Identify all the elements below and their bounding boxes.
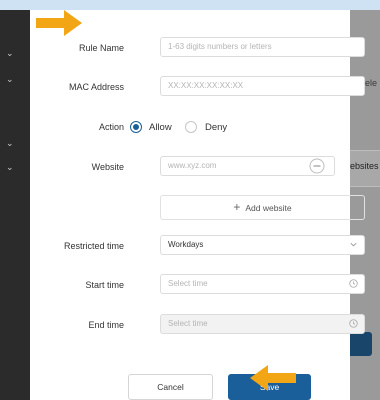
mac-address-label: MAC Address (68, 82, 124, 92)
clock-icon (349, 319, 358, 328)
end-time-placeholder: Select time (168, 319, 208, 328)
restricted-time-label: Restricted time (63, 241, 124, 251)
start-time-label: Start time (85, 280, 124, 290)
restricted-time-value: Workdays (168, 240, 204, 249)
allow-radio-label[interactable]: Allow (149, 122, 172, 133)
start-time-input[interactable]: Select time (160, 274, 365, 294)
mac-address-placeholder: XX:XX:XX:XX:XX:XX (168, 81, 244, 90)
chevron-down-icon[interactable]: ⌄ (6, 162, 14, 173)
background-button (350, 332, 372, 356)
allow-radio[interactable] (130, 121, 142, 133)
add-website-label: Add website (245, 203, 292, 213)
annotation-arrow-left (250, 365, 296, 391)
end-time-input[interactable]: Select time (160, 314, 365, 334)
action-label: Action (98, 122, 124, 132)
website-label: Website (91, 162, 124, 172)
cancel-button[interactable]: Cancel (128, 374, 213, 400)
top-strip (0, 0, 380, 10)
rule-name-input[interactable]: 1-63 digits numbers or letters (160, 37, 365, 57)
chevron-down-icon[interactable]: ⌄ (6, 48, 14, 59)
end-time-label: End time (88, 320, 124, 330)
remove-website-icon[interactable] (309, 158, 325, 174)
mac-address-input[interactable]: XX:XX:XX:XX:XX:XX (160, 76, 365, 96)
deny-radio-label[interactable]: Deny (205, 122, 227, 133)
plus-icon: + (233, 200, 241, 214)
chevron-down-icon[interactable]: ⌄ (6, 74, 14, 85)
chevron-down-icon[interactable]: ⌄ (6, 138, 14, 149)
annotation-arrow-right (36, 10, 82, 36)
background-tab-label: ebsites (350, 161, 379, 171)
chevron-down-icon (350, 242, 357, 247)
rule-name-placeholder: 1-63 digits numbers or letters (168, 42, 272, 51)
website-placeholder: www.xyz.com (168, 161, 217, 170)
add-rule-dialog: Rule Name 1-63 digits numbers or letters… (30, 10, 365, 400)
add-website-button[interactable]: + Add website (160, 195, 365, 220)
deny-radio[interactable] (185, 121, 197, 133)
rule-name-label: Rule Name (78, 43, 124, 53)
start-time-placeholder: Select time (168, 279, 208, 288)
sidebar: ⌄ ⌄ ⌄ ⌄ (0, 10, 30, 400)
clock-icon (349, 279, 358, 288)
restricted-time-select[interactable]: Workdays (160, 235, 365, 255)
